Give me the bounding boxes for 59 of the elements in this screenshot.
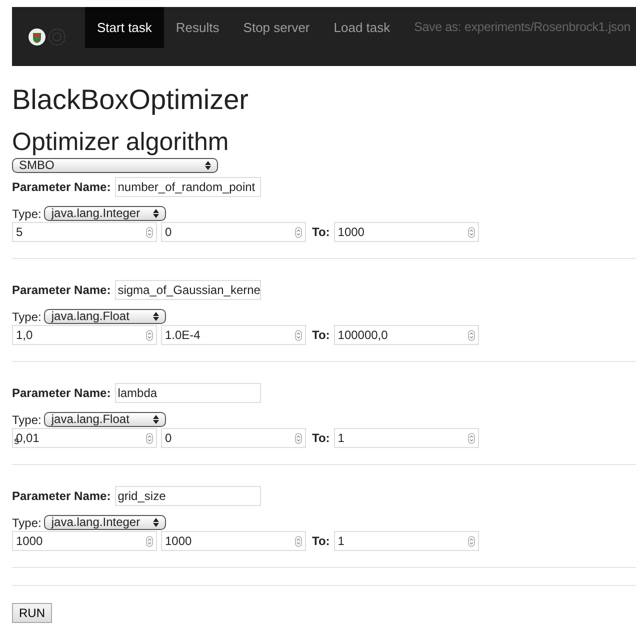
type-label: Type: xyxy=(12,516,42,530)
spinner-icon[interactable] xyxy=(468,330,475,340)
spinner-icon[interactable] xyxy=(146,330,153,340)
spinner-icon[interactable] xyxy=(295,330,302,340)
dropdown-arrows-icon xyxy=(153,312,160,321)
type-label: Type: xyxy=(12,412,42,426)
spinner-icon[interactable] xyxy=(468,432,475,444)
emblem-icon xyxy=(28,28,46,46)
parameter-name-field[interactable]: grid_size xyxy=(114,486,261,506)
parameter-name-label: Parameter Name: xyxy=(12,180,111,194)
value-field[interactable]: 1000 xyxy=(12,531,157,551)
to-field[interactable]: 100000,0 xyxy=(334,325,479,345)
dropdown-arrows-icon xyxy=(205,161,211,170)
type-select[interactable]: java.lang.Float xyxy=(44,412,166,427)
spinner-icon[interactable] xyxy=(295,536,302,546)
to-field[interactable]: 1 xyxy=(334,428,479,448)
page-title: BlackBoxOptimizer xyxy=(12,83,250,117)
from-field[interactable]: 0 xyxy=(161,222,306,242)
nav-link[interactable]: Load task xyxy=(322,7,402,48)
type-select[interactable]: java.lang.Integer xyxy=(44,515,166,530)
spinner-icon[interactable] xyxy=(468,226,475,238)
algorithm-select[interactable]: SMBO xyxy=(12,158,218,173)
parameter-name-label: Parameter Name: xyxy=(12,489,111,503)
from-field[interactable]: 1.0E-4 xyxy=(161,325,306,345)
parameter-name-field[interactable]: lambda xyxy=(114,383,261,403)
type-select[interactable]: java.lang.Float xyxy=(44,309,166,324)
from-field[interactable]: 0 xyxy=(161,428,306,448)
spinner-icon[interactable] xyxy=(295,432,302,444)
dropdown-arrows-icon xyxy=(153,518,160,527)
parameter-name-field[interactable]: sigma_of_Gaussian_kerne xyxy=(114,280,261,300)
to-label: To: xyxy=(312,534,330,548)
spinner-icon[interactable] xyxy=(295,226,302,238)
to-label: To: xyxy=(312,328,330,342)
seal-icon xyxy=(48,28,66,46)
parameter-name-label: Parameter Name: xyxy=(12,283,111,297)
parameter-name-label: Parameter Name: xyxy=(12,386,111,400)
to-label: To: xyxy=(312,225,330,239)
dropdown-arrows-icon xyxy=(153,209,160,218)
value-field[interactable]: 5 xyxy=(12,222,157,242)
type-select[interactable]: java.lang.Integer xyxy=(44,206,166,221)
section-title: Optimizer algorithm xyxy=(12,127,230,157)
run-button[interactable]: RUN xyxy=(12,603,52,623)
type-label: Type: xyxy=(12,206,42,220)
spinner-icon[interactable] xyxy=(146,226,153,238)
type-label: Type: xyxy=(12,310,42,324)
to-label: To: xyxy=(312,431,330,445)
nav-link[interactable]: Start task xyxy=(85,7,164,48)
from-field[interactable]: 1000 xyxy=(161,531,306,551)
spinner-icon[interactable] xyxy=(468,536,475,546)
nav-link[interactable]: Stop server xyxy=(231,7,322,48)
dropdown-arrows-icon xyxy=(153,415,160,424)
spinner-icon[interactable] xyxy=(146,432,153,444)
value-field[interactable]: 1,0 xyxy=(12,325,157,345)
spinner-icon[interactable] xyxy=(146,536,153,546)
parameter-name-field[interactable]: number_of_random_point xyxy=(114,177,261,197)
save-path-text: Save as: experiments/Rosenbrock1.json xyxy=(413,19,630,36)
to-field[interactable]: 1000 xyxy=(334,222,479,242)
nav-link[interactable]: Results xyxy=(164,7,232,48)
to-field[interactable]: 1 xyxy=(334,531,479,551)
